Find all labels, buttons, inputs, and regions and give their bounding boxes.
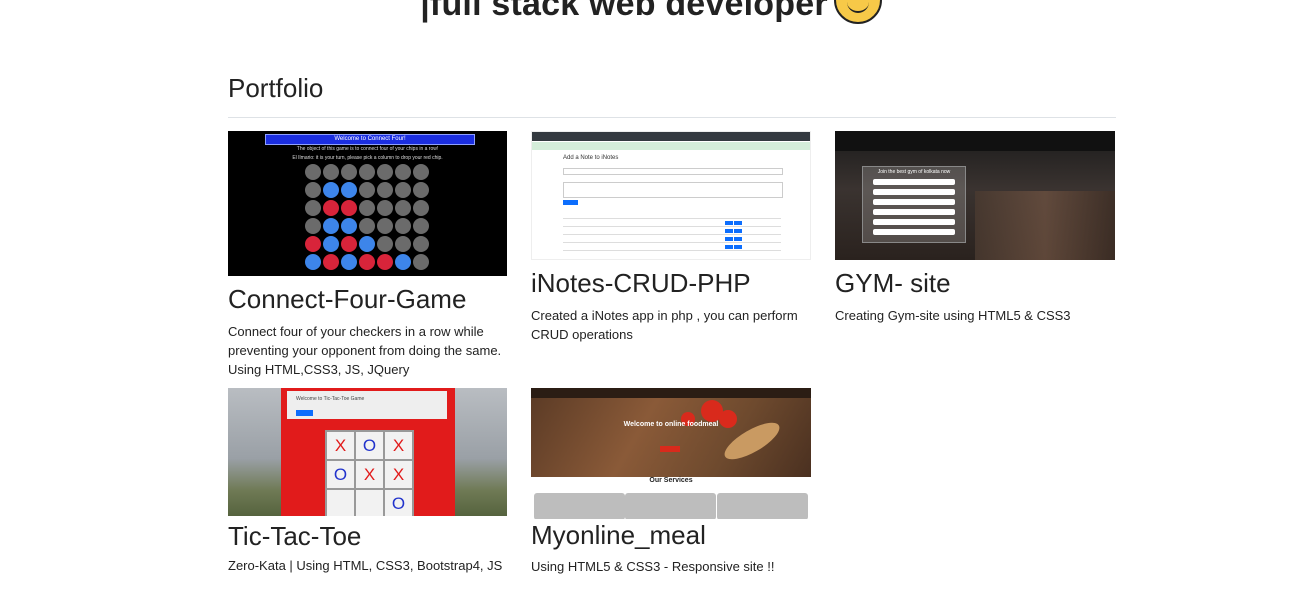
thumb-line: El Ilmario: it is your turn, please pick…	[292, 155, 443, 161]
thumb-heading: Join the best gym of kolkata now	[877, 169, 951, 175]
project-card-gym[interactable]: Join the best gym of kolkata now GYM- si…	[835, 131, 1125, 325]
project-title[interactable]: GYM- site	[835, 267, 1125, 299]
thumb-textarea	[563, 182, 783, 198]
project-description: Using HTML5 & CSS3 - Responsive site !!	[531, 559, 775, 574]
thumb-line: The object of this game is to connect fo…	[296, 146, 439, 152]
project-thumbnail[interactable]: Welcome to online foodmeal Our Services	[531, 388, 811, 519]
thumb-heading: Welcome to online foodmeal	[623, 421, 719, 428]
thumb-heading: Welcome to Tic-Tac-Toe Game	[296, 396, 365, 402]
project-thumbnail[interactable]: Welcome to Connect Four! The object of t…	[228, 131, 507, 276]
project-thumbnail[interactable]: Welcome to Tic-Tac-Toe Game X O X O X X …	[228, 388, 507, 516]
thumb-form: Join the best gym of kolkata now	[862, 166, 966, 243]
thumb-navbar	[531, 388, 811, 398]
thumb-services-heading: Our Services	[649, 477, 693, 484]
project-thumbnail[interactable]: Add a Note to iNotes	[531, 131, 811, 260]
project-title[interactable]: Myonline_meal	[531, 519, 821, 551]
tic-tac-toe-board: X O X O X X O	[325, 430, 414, 516]
project-card-myonline-meal[interactable]: Welcome to online foodmeal Our Services …	[531, 388, 821, 576]
project-description: Created a iNotes app in php , you can pe…	[531, 308, 798, 342]
project-card-inotes[interactable]: Add a Note to iNotes iNotes-CRUD-PHP Cre…	[531, 131, 821, 344]
thumb-alert	[532, 142, 810, 150]
project-description: Creating Gym-site using HTML5 & CSS3	[835, 308, 1071, 323]
project-description: Connect four of your checkers in a row w…	[228, 324, 502, 377]
hero-heading: |full stack web developer	[0, 0, 1302, 30]
project-card-connect-four[interactable]: Welcome to Connect Four! The object of t…	[228, 131, 518, 379]
thumb-heading: Add a Note to iNotes	[563, 155, 619, 161]
thumb-header: Welcome to Tic-Tac-Toe Game	[287, 391, 447, 419]
thumb-navbar	[532, 132, 810, 141]
thumb-banner: Welcome to Connect Four!	[265, 134, 475, 145]
project-card-tic-tac-toe[interactable]: Welcome to Tic-Tac-Toe Game X O X O X X …	[228, 388, 518, 575]
thumb-input	[563, 168, 783, 175]
section-divider	[228, 117, 1116, 118]
project-thumbnail[interactable]: Join the best gym of kolkata now	[835, 131, 1115, 260]
thumb-button	[563, 200, 578, 205]
section-title: Portfolio	[228, 73, 324, 103]
thumb-navbar	[835, 131, 1115, 151]
project-title[interactable]: iNotes-CRUD-PHP	[531, 267, 821, 299]
project-title[interactable]: Tic-Tac-Toe	[228, 520, 518, 552]
project-title[interactable]: Connect-Four-Game	[228, 283, 518, 315]
smiling-face-icon	[833, 0, 882, 24]
connect-four-grid	[305, 164, 435, 270]
hero-text: |full stack web developer	[420, 0, 828, 23]
project-description: Zero-Kata | Using HTML, CSS3, Bootstrap4…	[228, 558, 503, 573]
